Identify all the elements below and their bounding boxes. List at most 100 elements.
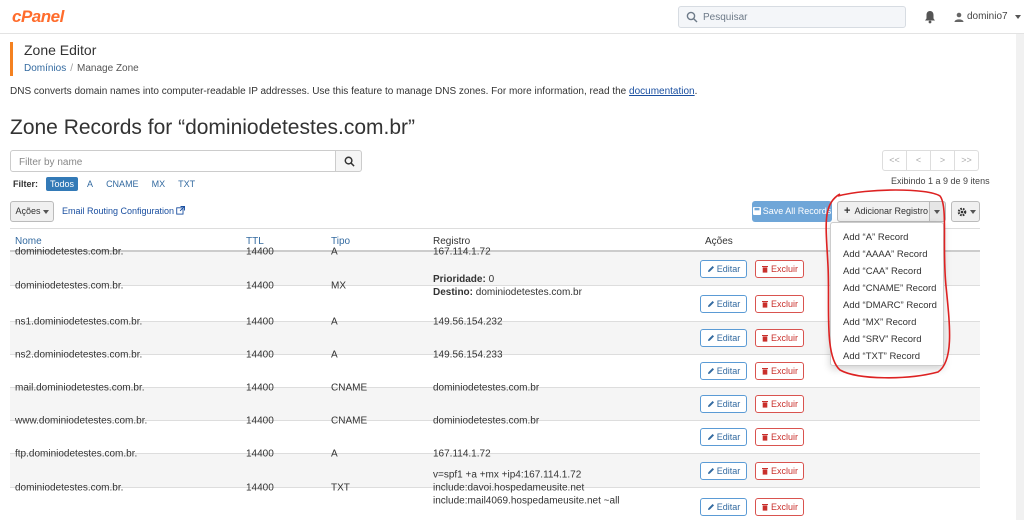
trash-icon xyxy=(761,401,768,408)
add-record-button[interactable]: + Adicionar Registro xyxy=(837,201,930,222)
delete-record-button[interactable]: Excluir xyxy=(755,362,804,380)
chevron-down-icon xyxy=(42,209,49,214)
record-name: dominiodetestes.com.br. xyxy=(15,246,124,258)
zone-title: Zone Records for “dominiodetestes.com.br… xyxy=(10,116,415,139)
save-icon xyxy=(752,207,761,215)
record-value: v=spf1 +a +mx +ip4:167.114.1.72 include:… xyxy=(433,469,620,507)
record-name: ns2.dominiodetestes.com.br. xyxy=(15,349,143,361)
edit-record-button[interactable]: Editar xyxy=(700,259,747,278)
record-type: CNAME xyxy=(331,382,368,394)
delete-record-button[interactable]: Excluir xyxy=(755,259,804,278)
email-routing-link[interactable]: Email Routing Configuration xyxy=(62,205,186,216)
edit-record-button[interactable]: Editar xyxy=(700,329,747,347)
search-icon xyxy=(686,11,698,23)
record-name: mail.dominiodetestes.com.br. xyxy=(15,382,145,394)
delete-record-button[interactable]: Excluir xyxy=(755,461,804,480)
trash-icon xyxy=(761,300,768,308)
menu-add-aaaa-record[interactable]: Add “AAAA” Record xyxy=(831,246,943,263)
record-type: A xyxy=(331,316,338,328)
filter-search-button[interactable] xyxy=(335,150,362,172)
record-type: MX xyxy=(331,280,346,292)
edit-record-button[interactable]: Editar xyxy=(700,428,747,446)
pencil-icon xyxy=(707,503,714,510)
record-value: Prioridade: 0 Destino: dominiodetestes.co… xyxy=(433,274,582,298)
user-menu[interactable]: dominio7 xyxy=(954,11,1021,22)
header-acoes: Ações xyxy=(705,236,733,247)
edit-record-button[interactable]: Editar xyxy=(700,461,747,480)
pencil-icon xyxy=(707,265,714,272)
edit-record-button[interactable]: Editar xyxy=(700,395,747,413)
next-page-button[interactable]: > xyxy=(930,150,955,171)
record-type: CNAME xyxy=(331,415,368,427)
filter-mx[interactable]: MX xyxy=(148,177,170,191)
record-value: 149.56.154.233 xyxy=(433,349,503,361)
record-value: dominiodetestes.com.br xyxy=(433,382,540,394)
menu-add-cname-record[interactable]: Add “CNAME” Record xyxy=(831,280,943,297)
trash-icon xyxy=(761,265,768,273)
delete-record-button[interactable]: Excluir xyxy=(755,329,804,347)
record-value: dominiodetestes.com.br xyxy=(433,415,540,427)
record-name: ns1.dominiodetestes.com.br. xyxy=(15,316,143,328)
prev-page-button[interactable]: < xyxy=(906,150,931,171)
last-page-button[interactable]: >> xyxy=(954,150,979,171)
breadcrumb-domains[interactable]: Domínios xyxy=(24,63,66,74)
plus-icon: + xyxy=(844,205,851,217)
settings-button[interactable] xyxy=(951,201,980,222)
page-scrollbar[interactable] xyxy=(1016,34,1024,520)
pencil-icon xyxy=(707,467,714,474)
pagination: << < > >> xyxy=(882,150,979,171)
save-all-records-button[interactable]: Save All Records xyxy=(752,201,832,222)
record-ttl: 14400 xyxy=(246,246,274,258)
add-record-dropdown-toggle[interactable] xyxy=(929,201,946,222)
filter-label: Filter: xyxy=(13,179,39,189)
chevron-down-icon xyxy=(934,210,940,214)
pencil-icon xyxy=(707,401,714,407)
header-tipo[interactable]: Tipo xyxy=(331,236,350,247)
filter-a[interactable]: A xyxy=(83,177,97,191)
record-name: dominiodetestes.com.br. xyxy=(15,482,124,494)
record-ttl: 14400 xyxy=(246,448,274,460)
record-ttl: 14400 xyxy=(246,280,274,292)
record-type: A xyxy=(331,349,338,361)
search-input[interactable]: Pesquisar xyxy=(703,12,747,23)
record-ttl: 14400 xyxy=(246,482,274,494)
trash-icon xyxy=(761,467,768,475)
record-name: www.dominiodetestes.com.br. xyxy=(15,415,148,427)
acoes-button[interactable]: Ações xyxy=(10,201,54,222)
menu-add-a-record[interactable]: Add “A” Record xyxy=(831,229,943,246)
menu-add-mx-record[interactable]: Add “MX” Record xyxy=(831,314,943,331)
delete-record-button[interactable]: Excluir xyxy=(755,428,804,446)
delete-record-button[interactable]: Excluir xyxy=(755,497,804,516)
pencil-icon xyxy=(707,434,714,440)
documentation-link[interactable]: documentation xyxy=(629,86,695,97)
edit-record-button[interactable]: Editar xyxy=(700,294,747,313)
delete-record-button[interactable]: Excluir xyxy=(755,395,804,413)
filter-todos[interactable]: Todos xyxy=(46,177,79,191)
search-box[interactable]: Pesquisar xyxy=(678,6,906,28)
filter-placeholder: Filter by name xyxy=(19,157,83,168)
search-icon xyxy=(344,156,355,167)
trash-icon xyxy=(761,434,768,441)
header-nome[interactable]: Nome xyxy=(15,236,42,247)
menu-add-srv-record[interactable]: Add “SRV” Record xyxy=(831,331,943,348)
record-value: 167.114.1.72 xyxy=(433,448,491,460)
cpanel-logo[interactable]: cPanel xyxy=(12,7,64,27)
menu-add-txt-record[interactable]: Add “TXT” Record xyxy=(831,348,943,365)
delete-record-button[interactable]: Excluir xyxy=(755,294,804,313)
menu-add-caa-record[interactable]: Add “CAA” Record xyxy=(831,263,943,280)
filter-cname[interactable]: CNAME xyxy=(102,177,143,191)
bell-icon[interactable] xyxy=(924,10,936,24)
first-page-button[interactable]: << xyxy=(882,150,907,171)
type-filter: Filter: Todos A CNAME MX TXT xyxy=(13,177,199,191)
items-count: Exibindo 1 a 9 de 9 itens xyxy=(891,176,990,186)
breadcrumb-current: Manage Zone xyxy=(77,63,139,74)
header-ttl[interactable]: TTL xyxy=(246,236,264,247)
menu-add-dmarc-record[interactable]: Add “DMARC” Record xyxy=(831,297,943,314)
edit-record-button[interactable]: Editar xyxy=(700,497,747,516)
edit-record-button[interactable]: Editar xyxy=(700,362,747,380)
record-value: 167.114.1.72 xyxy=(433,246,491,258)
filter-txt[interactable]: TXT xyxy=(174,177,199,191)
external-link-icon xyxy=(176,205,186,215)
trash-icon xyxy=(761,335,768,342)
filter-input[interactable]: Filter by name xyxy=(10,150,336,172)
